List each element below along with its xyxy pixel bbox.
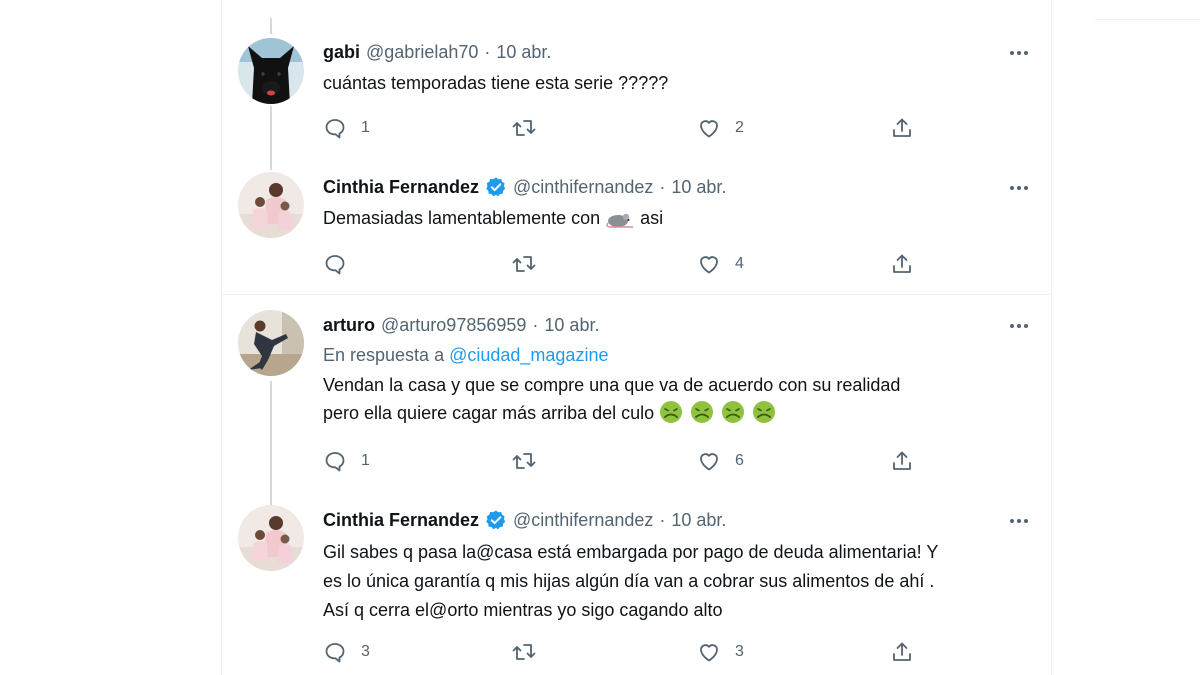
separator-dot: · (659, 509, 666, 530)
share-button[interactable] (890, 638, 914, 666)
author-handle[interactable]: @gabrielah70 (366, 42, 478, 63)
rat-emoji-icon (606, 213, 634, 228)
thread-line (270, 106, 272, 170)
top-right-divider (1094, 19, 1200, 20)
reply-icon (325, 452, 345, 472)
retweet-icon (512, 256, 536, 272)
retweet-button[interactable] (511, 638, 551, 666)
like-button[interactable]: 3 (697, 638, 744, 666)
black-dog-avatar-icon (238, 38, 304, 104)
nauseated-face-emoji-icon (660, 401, 683, 423)
reply-button[interactable]: 3 (323, 638, 370, 666)
nauseated-face-emoji-icon (722, 401, 745, 423)
verified-badge-icon (486, 510, 506, 530)
retweet-button[interactable] (511, 250, 551, 278)
tweet-text: Gil sabes q pasa la@casa está embargada … (323, 542, 939, 620)
tweet-text: Demasiadas lamentablemente con asi (323, 204, 1031, 232)
avatar[interactable] (238, 38, 304, 104)
reply-count: 3 (361, 643, 370, 660)
tweet-date[interactable]: 10 abr. (544, 315, 599, 336)
like-icon (700, 644, 718, 662)
like-count: 4 (735, 255, 744, 272)
share-icon (893, 118, 911, 137)
like-count: 3 (735, 643, 744, 660)
verified-badge-icon (486, 177, 506, 197)
author-name[interactable]: Cinthia Fernandez (323, 510, 479, 531)
share-button[interactable] (890, 114, 914, 142)
separator-dot: · (532, 314, 539, 335)
family-photo-avatar-icon (238, 505, 304, 571)
tweet-text: cuántas temporadas tiene esta serie ????… (323, 73, 669, 93)
nauseated-face-emoji-icon (691, 401, 714, 423)
share-button[interactable] (890, 250, 914, 278)
reply-button[interactable] (323, 250, 361, 278)
tweet-text: Vendan la casa y que se compre una que v… (323, 371, 1031, 427)
tweet-cinthia-1[interactable]: Cinthia Fernandez @cinthifernandez · 10 … (222, 170, 1051, 294)
tweet-cinthia-2[interactable]: Cinthia Fernandez @cinthifernandez · 10 … (222, 505, 1051, 675)
nauseated-face-emoji-icon (753, 401, 776, 423)
reply-button[interactable]: 1 (323, 447, 370, 475)
like-button[interactable]: 2 (697, 114, 744, 142)
like-button[interactable]: 6 (697, 447, 744, 475)
family-photo-avatar-icon (238, 172, 304, 238)
author-handle[interactable]: @cinthifernandez (513, 177, 653, 198)
conversation-feed: gabi @gabrielah70 · 10 abr. cuántas temp… (221, 0, 1052, 675)
tweet-date[interactable]: 10 abr. (671, 177, 726, 198)
more-icon[interactable] (1007, 43, 1031, 63)
more-icon[interactable] (1007, 511, 1031, 531)
retweet-icon (512, 120, 536, 136)
retweet-icon (512, 644, 536, 660)
retweet-button[interactable] (511, 447, 551, 475)
reply-icon (325, 119, 345, 139)
like-icon (700, 256, 718, 274)
separator-dot: · (659, 176, 666, 197)
more-icon[interactable] (1007, 178, 1031, 198)
thread-line (270, 381, 272, 505)
nauseated-face-emoji-row (660, 401, 776, 423)
reply-button[interactable]: 1 (323, 114, 370, 142)
tweet-arturo[interactable]: arturo @arturo97856959 · 10 abr. En resp… (222, 295, 1051, 505)
reply-icon (325, 255, 345, 275)
author-handle[interactable]: @arturo97856959 (381, 315, 526, 336)
share-icon (893, 254, 911, 273)
tweet-date[interactable]: 10 abr. (671, 510, 726, 531)
author-name[interactable]: Cinthia Fernandez (323, 177, 479, 198)
mention-link[interactable]: @ciudad_magazine (449, 345, 608, 365)
like-icon (700, 453, 718, 471)
author-name[interactable]: gabi (323, 42, 360, 63)
like-count: 6 (735, 452, 744, 469)
like-count: 2 (735, 119, 744, 136)
like-button[interactable]: 4 (697, 250, 744, 278)
tweet-gabi[interactable]: gabi @gabrielah70 · 10 abr. cuántas temp… (222, 0, 1051, 170)
reply-icon (325, 643, 345, 663)
man-photo-avatar-icon (238, 310, 304, 376)
separator-dot: · (484, 41, 491, 62)
reply-count: 1 (361, 119, 370, 136)
avatar[interactable] (238, 505, 304, 571)
like-icon (700, 120, 718, 138)
thread-line-top (270, 18, 272, 34)
tweet-text-part: asi (635, 208, 664, 228)
tweet-text-part: Vendan la casa y que se compre una que v… (323, 375, 901, 423)
author-handle[interactable]: @cinthifernandez (513, 510, 653, 531)
avatar[interactable] (238, 310, 304, 376)
share-icon (893, 642, 911, 661)
tweet-date[interactable]: 10 abr. (496, 42, 551, 63)
share-icon (893, 451, 911, 470)
more-icon[interactable] (1007, 316, 1031, 336)
reply-count: 1 (361, 452, 370, 469)
retweet-icon (512, 453, 536, 469)
share-button[interactable] (890, 447, 914, 475)
avatar[interactable] (238, 172, 304, 238)
retweet-button[interactable] (511, 114, 551, 142)
author-name[interactable]: arturo (323, 315, 375, 336)
tweet-text-part: Demasiadas lamentablemente con (323, 208, 606, 228)
reply-context-label: En respuesta a (323, 345, 445, 365)
reply-context: En respuesta a @ciudad_magazine (323, 341, 1031, 369)
